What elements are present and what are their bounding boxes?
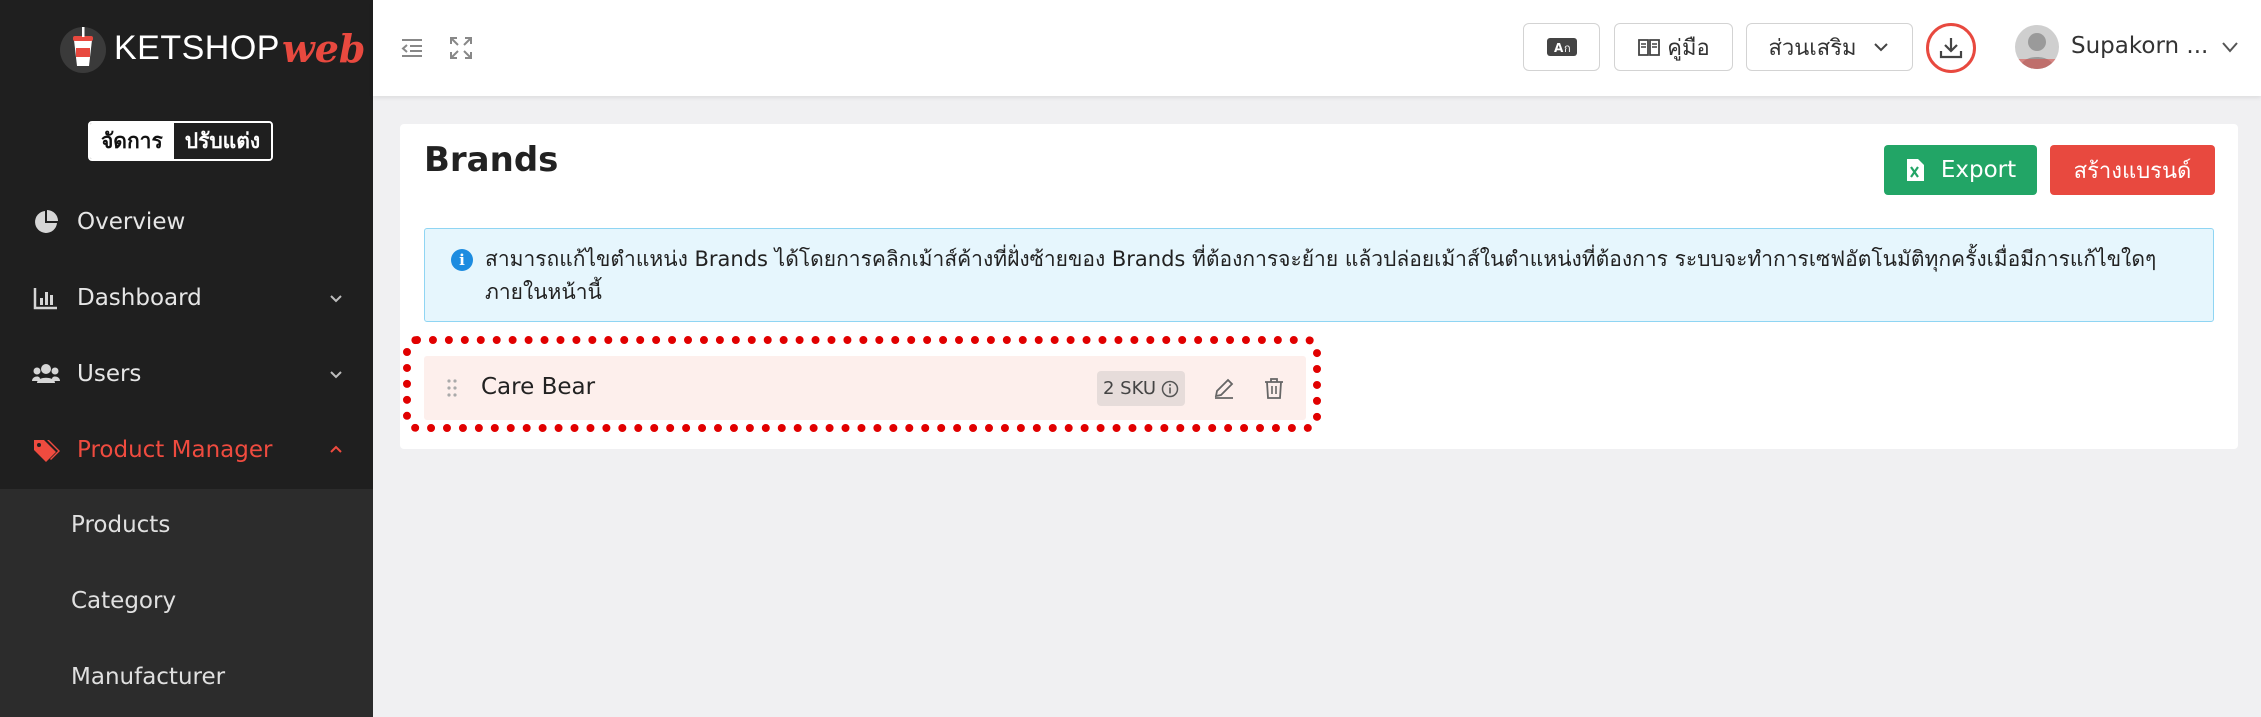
sidebar-item-label: Overview — [77, 209, 186, 235]
info-text: สามารถแก้ไขตำแหน่ง Brands ได้โดยการคลิกเ… — [485, 247, 2157, 304]
manual-label: คู่มือ — [1667, 35, 1710, 61]
info-icon: i — [451, 249, 473, 271]
app-logo[interactable]: KETSHOP web — [58, 22, 365, 74]
sidebar-subitem-category[interactable]: Category — [71, 588, 176, 614]
sidebar-item-users[interactable]: Users — [0, 339, 373, 409]
collapse-sidebar-icon[interactable] — [399, 35, 425, 61]
sidebar-subitem-products[interactable]: Products — [71, 512, 170, 538]
annotation-highlight — [403, 336, 1321, 432]
chevron-down-icon — [1873, 43, 1888, 52]
sidebar-item-product-manager[interactable]: Product Manager — [0, 415, 373, 485]
logo-cup-icon — [60, 27, 106, 73]
sidebar-item-dashboard[interactable]: Dashboard — [0, 263, 373, 333]
chevron-down-icon — [330, 371, 342, 379]
svg-text:A: A — [1554, 41, 1564, 55]
translate-icon: A ก — [1546, 38, 1577, 56]
addons-label: ส่วนเสริม — [1768, 35, 1857, 61]
logo-text: KETSHOP — [114, 28, 280, 67]
info-alert: i สามารถแก้ไขตำแหน่ง Brands ได้โดยการคลิ… — [424, 228, 2214, 322]
export-label: Export — [1940, 157, 2017, 183]
mode-manage-button[interactable]: จัดการ — [90, 123, 174, 159]
sidebar: KETSHOP web จัดการ ปรับแต่ง Overview Das… — [0, 0, 373, 717]
sidebar-item-label: Product Manager — [77, 437, 273, 463]
export-button[interactable]: Export — [1884, 145, 2037, 195]
chevron-down-icon — [330, 295, 342, 303]
page-title: Brands — [424, 140, 559, 180]
addons-dropdown[interactable]: ส่วนเสริม — [1746, 23, 1913, 71]
book-icon — [1638, 39, 1661, 56]
sidebar-item-label: Users — [77, 361, 142, 387]
tag-icon — [32, 436, 60, 464]
excel-file-icon — [1906, 159, 1924, 181]
manual-button[interactable]: คู่มือ — [1614, 23, 1733, 71]
sidebar-item-label: Dashboard — [77, 285, 202, 311]
avatar[interactable] — [2015, 25, 2059, 69]
fullscreen-icon[interactable] — [448, 35, 474, 61]
pie-chart-icon — [32, 208, 60, 236]
bar-chart-icon — [32, 284, 60, 312]
chevron-up-icon — [330, 445, 342, 453]
top-header — [373, 0, 2261, 96]
download-icon — [1939, 38, 1963, 59]
download-button[interactable] — [1926, 23, 1976, 73]
svg-text:ก: ก — [1564, 42, 1571, 55]
translate-button[interactable]: A ก — [1523, 23, 1600, 71]
mode-toggle: จัดการ ปรับแต่ง — [88, 121, 274, 161]
user-name[interactable]: Supakorn ... — [2071, 33, 2208, 59]
chevron-down-icon[interactable] — [2220, 37, 2240, 57]
logo-accent-text: web — [281, 25, 366, 71]
sidebar-subitem-manufacturer[interactable]: Manufacturer — [71, 664, 225, 690]
sidebar-item-overview[interactable]: Overview — [0, 187, 373, 257]
users-icon — [32, 360, 60, 388]
mode-customize-button[interactable]: ปรับแต่ง — [173, 123, 272, 159]
create-brand-button[interactable]: สร้างแบรนด์ — [2050, 145, 2215, 195]
product-manager-submenu: Products Category Manufacturer — [0, 489, 373, 717]
create-brand-label: สร้างแบรนด์ — [2073, 158, 2192, 184]
